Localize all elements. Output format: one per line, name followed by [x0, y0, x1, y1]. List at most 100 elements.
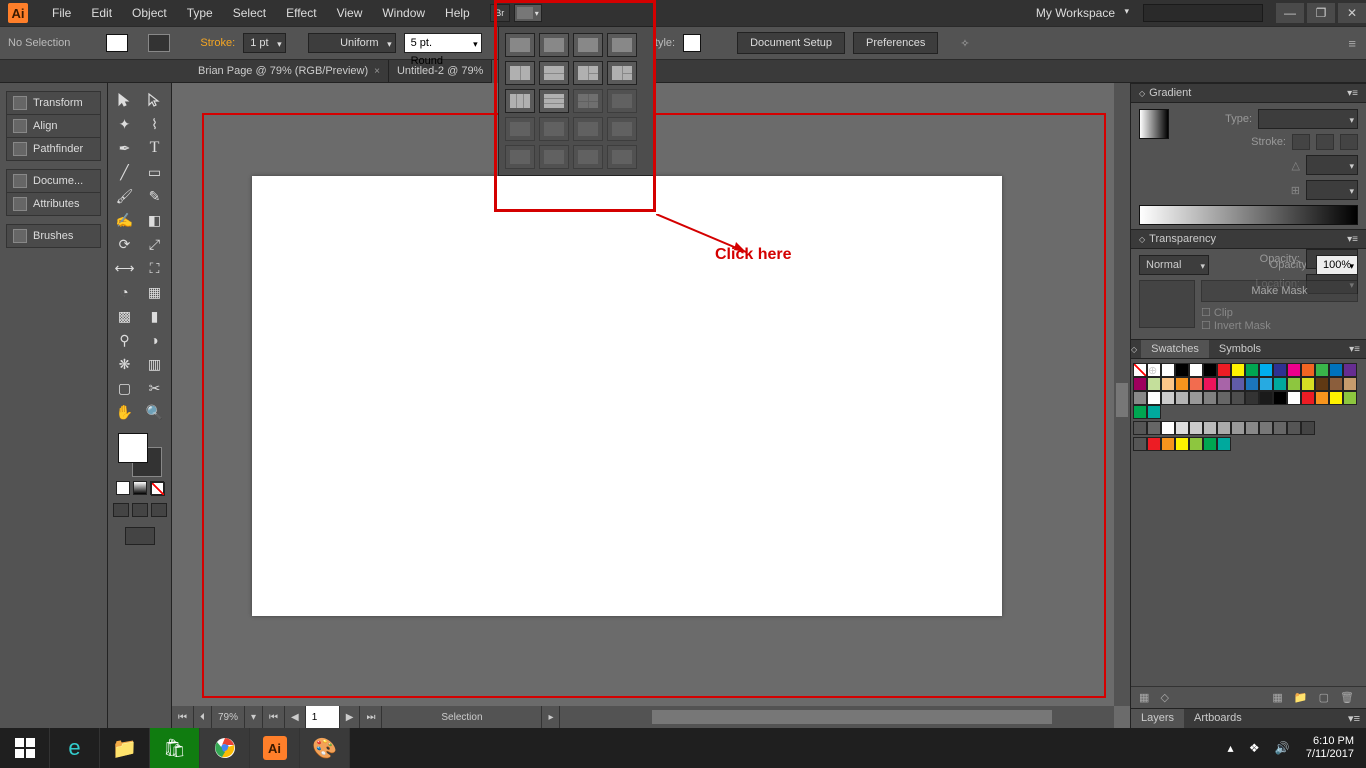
menu-object[interactable]: Object [122, 0, 177, 26]
swatch-bright-0[interactable] [1147, 437, 1161, 451]
color-mode-none[interactable] [150, 481, 164, 495]
swatch-bright-1[interactable] [1161, 437, 1175, 451]
swatch-29[interactable] [1343, 377, 1357, 391]
delete-swatch-icon[interactable]: 🗑 [1340, 692, 1358, 704]
pencil-tool[interactable]: ✎ [141, 185, 169, 207]
swatch-30[interactable] [1133, 391, 1147, 405]
document-setup-button[interactable]: Document Setup [737, 32, 845, 54]
swatch-20[interactable] [1217, 377, 1231, 391]
swatch-gray-11[interactable] [1301, 421, 1315, 435]
swatch-13[interactable] [1343, 363, 1357, 377]
swatch-33[interactable] [1175, 391, 1189, 405]
swatch-43[interactable] [1315, 391, 1329, 405]
swatch-group-bright[interactable] [1133, 437, 1147, 451]
swatch-32[interactable] [1161, 391, 1175, 405]
swatch-15[interactable] [1147, 377, 1161, 391]
swatch-5[interactable] [1231, 363, 1245, 377]
swatch-gray-8[interactable] [1259, 421, 1273, 435]
scale-tool[interactable]: ⤢ [141, 233, 169, 255]
arrange-tile-horizontal[interactable] [607, 33, 637, 57]
swatch-gray-3[interactable] [1189, 421, 1203, 435]
width-tool[interactable]: ⟷ [111, 257, 139, 279]
close-icon[interactable]: × [374, 60, 380, 83]
swatch-23[interactable] [1259, 377, 1273, 391]
arrange-documents-button[interactable]: ▾ [514, 4, 542, 22]
tray-date[interactable]: 7/11/2017 [1306, 748, 1354, 761]
swatch-17[interactable] [1175, 377, 1189, 391]
fill-stroke-well[interactable] [118, 433, 162, 477]
rectangle-tool[interactable]: ▭ [141, 161, 169, 183]
clip-checkbox[interactable]: ☐ [1201, 307, 1214, 319]
eyedropper-tool[interactable]: ⚲ [111, 329, 139, 351]
doc-tab-1[interactable]: Brian Page @ 79% (RGB/Preview)× [190, 60, 389, 83]
brush-dropdown[interactable]: 5 pt. Round [404, 33, 482, 53]
stroke-option-3[interactable] [1340, 134, 1358, 150]
arrange-3up-right[interactable] [607, 61, 637, 85]
swatch-35[interactable] [1203, 391, 1217, 405]
swatch-47[interactable] [1147, 405, 1161, 419]
swatch-10[interactable] [1301, 363, 1315, 377]
minimize-button[interactable]: — [1276, 3, 1304, 23]
arrange-consolidate-all[interactable] [505, 33, 535, 57]
menu-effect[interactable]: Effect [276, 0, 326, 26]
swatch-6[interactable] [1245, 363, 1259, 377]
swatch-gray-10[interactable] [1287, 421, 1301, 435]
gradient-slider[interactable] [1139, 205, 1358, 225]
panel-brushes[interactable]: Brushes [7, 225, 100, 247]
swatch-7[interactable] [1259, 363, 1273, 377]
type-tool[interactable]: T [141, 137, 169, 159]
arrange-2up-horizontal[interactable] [539, 61, 569, 85]
fill-swatch[interactable] [106, 34, 128, 52]
swatch-39[interactable] [1259, 391, 1273, 405]
swatch-4[interactable] [1217, 363, 1231, 377]
eraser-tool[interactable]: ◧ [141, 209, 169, 231]
gradient-type-dropdown[interactable] [1258, 109, 1358, 129]
transparency-panel-header[interactable]: Transparency▾≡ [1131, 229, 1366, 249]
make-mask-button[interactable]: Make Mask [1201, 280, 1358, 302]
swatch-24[interactable] [1273, 377, 1287, 391]
shape-builder-tool[interactable]: ◔ [111, 281, 139, 303]
swatch-27[interactable] [1315, 377, 1329, 391]
draw-behind[interactable] [132, 503, 148, 517]
color-mode-solid[interactable] [116, 481, 130, 495]
swatch-gray-4[interactable] [1203, 421, 1217, 435]
taskbar-store[interactable]: 🛍 [150, 728, 200, 768]
swatch-38[interactable] [1245, 391, 1259, 405]
swatch-bright-3[interactable] [1189, 437, 1203, 451]
taskbar-ie[interactable]: e [50, 728, 100, 768]
gradient-ratio-dropdown[interactable] [1306, 180, 1358, 200]
swatch-bright-4[interactable] [1203, 437, 1217, 451]
swatch-none[interactable] [1133, 363, 1147, 377]
swatch-gray-7[interactable] [1245, 421, 1259, 435]
free-transform-tool[interactable]: ⛶ [141, 257, 169, 279]
swatch-42[interactable] [1301, 391, 1315, 405]
blend-mode-dropdown[interactable]: Normal [1139, 255, 1209, 275]
swatch-14[interactable] [1133, 377, 1147, 391]
menu-window[interactable]: Window [372, 0, 435, 26]
draw-normal[interactable] [113, 503, 129, 517]
blob-brush-tool[interactable]: ✍ [111, 209, 139, 231]
swatch-11[interactable] [1315, 363, 1329, 377]
screen-mode-button[interactable] [125, 527, 155, 545]
panel-align[interactable]: Align [7, 115, 100, 138]
swatch-36[interactable] [1217, 391, 1231, 405]
zoom-level[interactable]: 79% [212, 706, 245, 728]
panel-attributes[interactable]: Attributes [7, 193, 100, 215]
layers-tab[interactable]: Layers [1131, 709, 1184, 728]
artboard-tool[interactable]: ▢ [111, 377, 139, 399]
arrange-3up-left[interactable] [573, 61, 603, 85]
swatch-26[interactable] [1301, 377, 1315, 391]
nav-prev-icon[interactable]: ⏴ [194, 706, 212, 728]
swatch-2[interactable] [1189, 363, 1203, 377]
perspective-grid-tool[interactable]: ▦ [141, 281, 169, 303]
taskbar-chrome[interactable] [200, 728, 250, 768]
column-graph-tool[interactable]: ▥ [141, 353, 169, 375]
stroke-weight-dropdown[interactable]: 1 pt [243, 33, 285, 53]
control-panel-menu-icon[interactable]: ≡ [1348, 36, 1356, 51]
swatch-gray-5[interactable] [1217, 421, 1231, 435]
swatch-gray-2[interactable] [1175, 421, 1189, 435]
maximize-button[interactable]: ❐ [1307, 3, 1335, 23]
symbols-tab[interactable]: Symbols [1209, 340, 1271, 358]
symbol-sprayer-tool[interactable]: ❋ [111, 353, 139, 375]
menu-type[interactable]: Type [177, 0, 223, 26]
